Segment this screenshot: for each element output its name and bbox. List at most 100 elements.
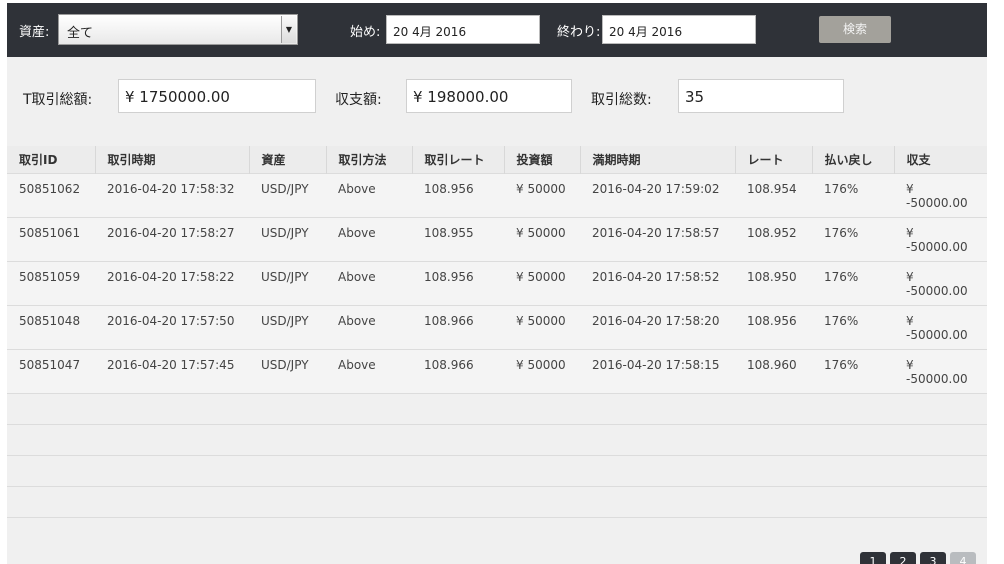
cell-trade-id: 50851047 (7, 348, 95, 393)
cell-investment: ¥ 50000 (504, 260, 580, 305)
empty-row (7, 454, 987, 486)
history-table: 取引ID 取引時期 資産 取引方法 取引レート 投資額 満期時期 レート 払い戻… (7, 146, 987, 548)
cell-trade-id: 50851059 (7, 260, 95, 305)
page-button-1[interactable]: 1 (860, 552, 886, 564)
trade-count-label: 取引総数: (591, 92, 652, 108)
asset-label: 資産: (19, 25, 50, 40)
cell-rate: 108.956 (735, 304, 812, 349)
cell-rate: 108.954 (735, 172, 812, 217)
balance-amount: -50000.00 (906, 371, 968, 386)
end-date-input[interactable]: 20 4月 2016 (602, 15, 756, 44)
cell-rate: 108.950 (735, 260, 812, 305)
balance-currency: ¥ (906, 313, 914, 328)
cell-investment: ¥ 50000 (504, 304, 580, 349)
trade-count-field: 35 (678, 79, 844, 113)
summary-panel: T取引総額: ¥ 1750000.00 収支額: ¥ 198000.00 取引総… (7, 57, 987, 132)
header-method[interactable]: 取引方法 (326, 146, 413, 173)
cell-investment: ¥ 50000 (504, 348, 580, 393)
empty-row (7, 392, 987, 424)
cell-asset: USD/JPY (249, 348, 326, 393)
header-trade-id[interactable]: 取引ID (7, 146, 96, 173)
cell-investment: ¥ 50000 (504, 172, 580, 217)
cell-asset: USD/JPY (249, 260, 326, 305)
table-row[interactable]: 50851047 2016-04-20 17:57:45 USD/JPY Abo… (7, 348, 987, 393)
page-button-3[interactable]: 3 (920, 552, 946, 564)
cell-balance: ¥ -50000.00 (894, 172, 987, 217)
page-button-2[interactable]: 2 (890, 552, 916, 564)
cell-payout: 176% (812, 260, 894, 305)
table-row[interactable]: 50851061 2016-04-20 17:58:27 USD/JPY Abo… (7, 216, 987, 261)
cell-investment: ¥ 50000 (504, 216, 580, 261)
balance-label: 収支額: (335, 92, 382, 108)
cell-trade-time: 2016-04-20 17:57:45 (95, 348, 249, 393)
end-date-label: 終わり: (557, 25, 601, 40)
balance-amount: -50000.00 (906, 195, 968, 210)
cell-trade-rate: 108.955 (412, 216, 504, 261)
cell-method: Above (326, 348, 412, 393)
table-row[interactable]: 50851062 2016-04-20 17:58:32 USD/JPY Abo… (7, 172, 987, 217)
balance-currency: ¥ (906, 181, 914, 196)
cell-balance: ¥ -50000.00 (894, 260, 987, 305)
cell-payout: 176% (812, 172, 894, 217)
cell-payout: 176% (812, 304, 894, 349)
header-payout[interactable]: 払い戻し (812, 146, 895, 173)
cell-trade-id: 50851061 (7, 216, 95, 261)
empty-row (7, 485, 987, 517)
start-date-label: 始め: (350, 25, 381, 40)
cell-asset: USD/JPY (249, 216, 326, 261)
total-amount-label: T取引総額: (23, 92, 93, 108)
cell-method: Above (326, 260, 412, 305)
cell-rate: 108.960 (735, 348, 812, 393)
asset-select-value: 全て (67, 26, 94, 41)
cell-balance: ¥ -50000.00 (894, 348, 987, 393)
cell-balance: ¥ -50000.00 (894, 304, 987, 349)
chevron-down-icon[interactable]: ▼ (281, 16, 296, 43)
balance-amount: -50000.00 (906, 239, 968, 254)
table-row[interactable]: 50851059 2016-04-20 17:58:22 USD/JPY Abo… (7, 260, 987, 305)
cell-trade-rate: 108.956 (412, 172, 504, 217)
cell-method: Above (326, 172, 412, 217)
start-date-input[interactable]: 20 4月 2016 (386, 15, 540, 44)
balance-amount: -50000.00 (906, 327, 968, 342)
cell-trade-time: 2016-04-20 17:58:32 (95, 172, 249, 217)
cell-payout: 176% (812, 216, 894, 261)
table-header-row: 取引ID 取引時期 資産 取引方法 取引レート 投資額 満期時期 レート 払い戻… (7, 146, 987, 173)
empty-row (7, 423, 987, 455)
cell-trade-id: 50851048 (7, 304, 95, 349)
search-button[interactable]: 検索 (819, 16, 891, 43)
cell-trade-time: 2016-04-20 17:58:22 (95, 260, 249, 305)
header-balance[interactable]: 収支 (894, 146, 987, 173)
header-expiry-time[interactable]: 満期時期 (580, 146, 736, 173)
cell-trade-time: 2016-04-20 17:57:50 (95, 304, 249, 349)
cell-trade-rate: 108.966 (412, 348, 504, 393)
cell-expiry-time: 2016-04-20 17:58:20 (580, 304, 735, 349)
cell-balance: ¥ -50000.00 (894, 216, 987, 261)
cell-trade-id: 50851062 (7, 172, 95, 217)
cell-trade-time: 2016-04-20 17:58:27 (95, 216, 249, 261)
cell-expiry-time: 2016-04-20 17:58:15 (580, 348, 735, 393)
header-rate[interactable]: レート (735, 146, 813, 173)
asset-select[interactable]: 全て ▼ (58, 14, 298, 45)
history-table-panel: 取引ID 取引時期 資産 取引方法 取引レート 投資額 満期時期 レート 払い戻… (7, 132, 987, 564)
balance-amount: -50000.00 (906, 283, 968, 298)
header-trade-rate[interactable]: 取引レート (412, 146, 505, 173)
page-button-4[interactable]: 4 (950, 552, 976, 564)
cell-method: Above (326, 304, 412, 349)
header-investment[interactable]: 投資額 (504, 146, 581, 173)
cell-rate: 108.952 (735, 216, 812, 261)
balance-currency: ¥ (906, 225, 914, 240)
table-row[interactable]: 50851048 2016-04-20 17:57:50 USD/JPY Abo… (7, 304, 987, 349)
cell-trade-rate: 108.956 (412, 260, 504, 305)
cell-asset: USD/JPY (249, 304, 326, 349)
balance-field: ¥ 198000.00 (406, 79, 572, 113)
total-amount-field: ¥ 1750000.00 (118, 79, 316, 113)
filter-bar: 資産: 全て ▼ 始め: 20 4月 2016 終わり: 20 4月 2016 … (7, 3, 987, 57)
cell-expiry-time: 2016-04-20 17:58:52 (580, 260, 735, 305)
cell-expiry-time: 2016-04-20 17:59:02 (580, 172, 735, 217)
balance-currency: ¥ (906, 269, 914, 284)
header-trade-time[interactable]: 取引時期 (95, 146, 250, 173)
cell-trade-rate: 108.966 (412, 304, 504, 349)
cell-method: Above (326, 216, 412, 261)
header-asset[interactable]: 資産 (249, 146, 327, 173)
balance-currency: ¥ (906, 357, 914, 372)
